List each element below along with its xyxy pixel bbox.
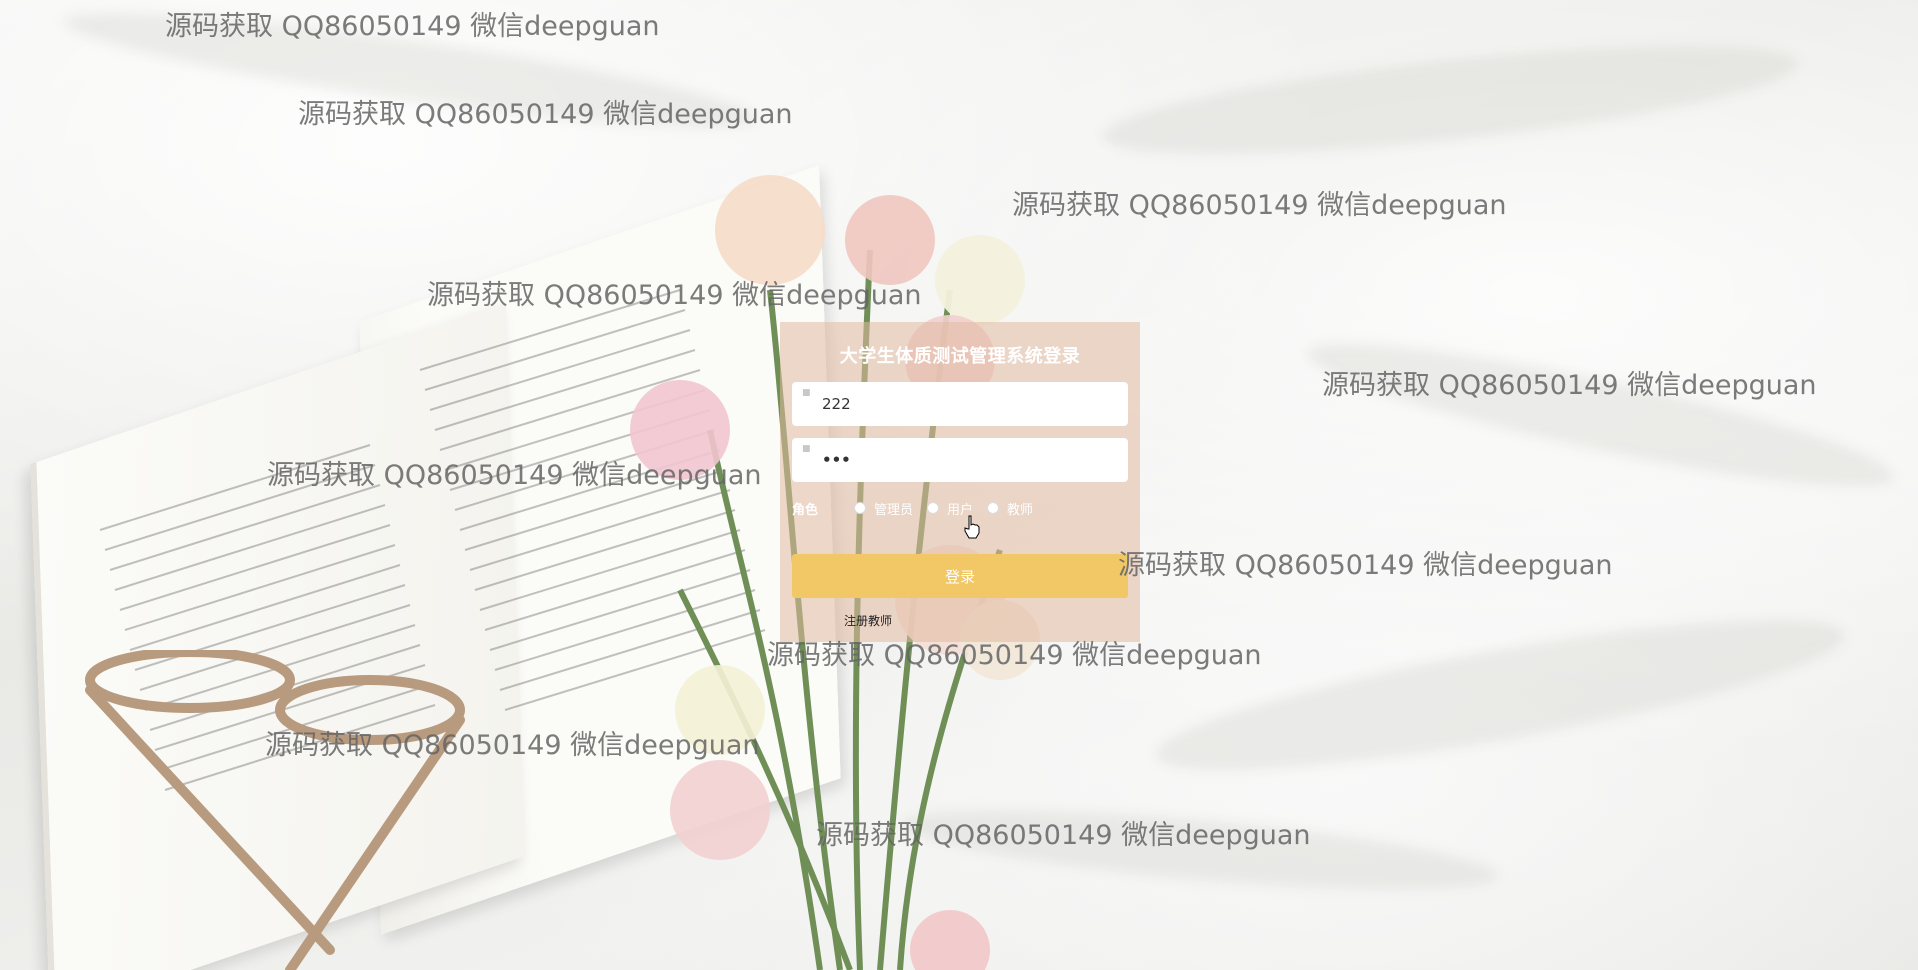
radio-admin[interactable] xyxy=(854,502,866,514)
username-input[interactable] xyxy=(792,382,1128,426)
login-panel: 大学生体质测试管理系统登录 ■ ■ 角色 管理员 用户 教师 登录 注册教师 xyxy=(780,322,1140,642)
role-option-admin[interactable]: 管理员 xyxy=(854,499,913,518)
glasses-image xyxy=(85,650,465,970)
username-field[interactable]: ■ xyxy=(792,382,1128,426)
hand-cursor-icon xyxy=(964,515,980,539)
password-input[interactable] xyxy=(792,438,1128,482)
password-field[interactable]: ■ xyxy=(792,438,1128,482)
login-title: 大学生体质测试管理系统登录 xyxy=(839,346,1081,367)
role-option-teacher[interactable]: 教师 xyxy=(987,499,1033,518)
radio-teacher[interactable] xyxy=(987,502,1000,514)
radio-user[interactable] xyxy=(927,502,940,514)
role-teacher-label: 教师 xyxy=(1007,502,1034,518)
role-admin-label: 管理员 xyxy=(874,502,914,518)
role-selector: 角色 管理员 用户 教师 xyxy=(792,494,1128,522)
role-label: 角色 xyxy=(792,502,819,518)
login-button[interactable]: 登录 xyxy=(792,554,1128,598)
register-teacher-link[interactable]: 注册教师 xyxy=(844,612,1128,629)
